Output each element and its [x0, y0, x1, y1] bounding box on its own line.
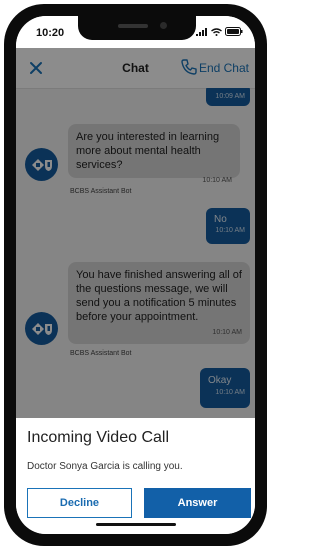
signal-icon [196, 27, 207, 36]
front-camera [160, 22, 167, 29]
notch [78, 16, 196, 40]
incoming-call-sheet: Incoming Video Call Doctor Sonya Garcia … [16, 418, 255, 534]
status-bar: 10:20 [16, 16, 255, 48]
call-title: Incoming Video Call [27, 429, 170, 446]
phone-frame: 10:20 Chat End Chat 10:09 AM Are you int… [4, 4, 267, 546]
battery-icon [225, 27, 243, 36]
answer-button[interactable]: Answer [144, 488, 251, 518]
home-indicator[interactable] [96, 523, 176, 526]
modal-backdrop[interactable] [16, 48, 255, 418]
screen: 10:20 Chat End Chat 10:09 AM Are you int… [16, 16, 255, 534]
decline-button[interactable]: Decline [27, 488, 132, 518]
wifi-icon [211, 27, 222, 36]
status-time: 10:20 [36, 27, 65, 39]
speaker [118, 24, 148, 28]
status-icons [196, 27, 243, 36]
call-subtitle: Doctor Sonya Garcia is calling you. [27, 461, 183, 472]
